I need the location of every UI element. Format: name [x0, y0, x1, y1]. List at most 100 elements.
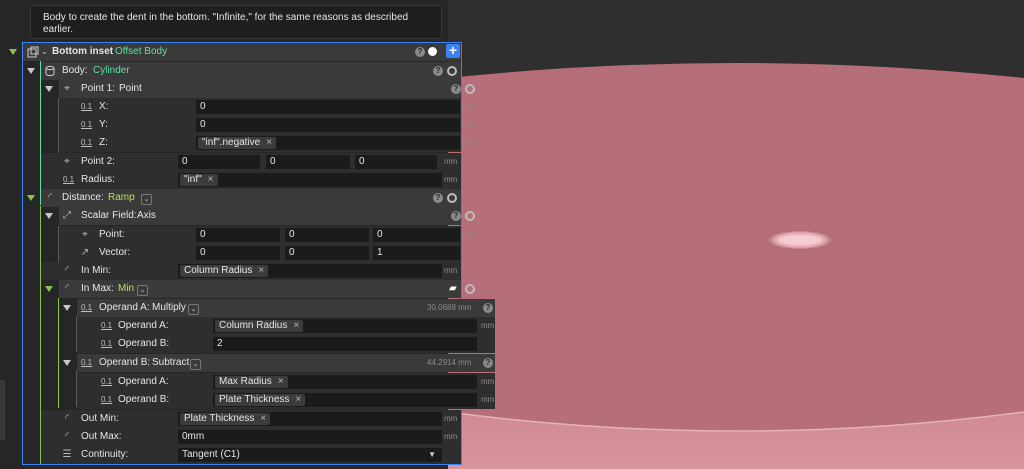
visibility-ring-icon[interactable] [447, 193, 457, 203]
point2-x-input[interactable]: 0 [178, 155, 260, 169]
operand-b-b-label: Operand B: [118, 394, 170, 405]
help-icon[interactable]: ? [483, 303, 493, 313]
tag-text: "inf".negative [202, 137, 261, 148]
expression-tag[interactable]: "inf" × [180, 174, 218, 186]
operand-a-type[interactable]: Multiply [152, 299, 186, 317]
tag-text: Plate Thickness [184, 413, 255, 424]
point2-y-input[interactable]: 0 [266, 155, 350, 169]
distance-row[interactable]: ◜ Distance: Ramp ⌄ ? [41, 189, 461, 207]
in-min-label: In Min: [81, 265, 112, 276]
out-max-row: ◜ Out Max: 0mm [41, 428, 461, 446]
operand-b-label: Operand B: [99, 357, 151, 368]
scalar-field-type[interactable]: Axis [137, 207, 156, 225]
in-max-row[interactable]: ◜ In Max: Min ⌄ ▰ [59, 280, 475, 298]
operand-b-a-input[interactable]: Max Radius × [213, 375, 477, 389]
variable-tag[interactable]: Column Radius × [180, 265, 269, 277]
scalar-field-row[interactable]: ⤢ Scalar Field: Axis ? [59, 207, 475, 225]
help-icon[interactable]: ? [433, 193, 443, 203]
tag-text: "inf" [184, 174, 202, 185]
operand-a-b-input[interactable]: 2 [213, 337, 477, 351]
root-node-type[interactable]: Offset Body [115, 43, 167, 61]
remove-icon[interactable]: × [266, 137, 272, 148]
radius-input[interactable]: "inf" × [178, 173, 442, 187]
collapse-triangle-icon[interactable] [63, 305, 71, 311]
body-type[interactable]: Cylinder [93, 62, 130, 80]
help-icon[interactable]: ? [451, 84, 461, 94]
collapse-triangle-icon[interactable] [27, 195, 35, 201]
collapse-triangle-icon[interactable] [45, 286, 53, 292]
dropdown-icon[interactable]: ⌄ [186, 354, 201, 372]
operand-a-b-label: Operand B: [118, 338, 170, 349]
visibility-ring-icon[interactable] [447, 66, 457, 76]
unit-label: mm [462, 102, 476, 111]
operand-b-row[interactable]: 0.1 Operand B: Subtract ⌄ 44.2914 mm ? [77, 354, 495, 372]
point-y-input[interactable]: 0 [285, 228, 369, 242]
out-min-input[interactable]: Plate Thickness × [178, 412, 442, 426]
variable-tag[interactable]: Plate Thickness × [215, 394, 306, 406]
body-row[interactable]: Body: Cylinder ? [41, 62, 461, 80]
remove-icon[interactable]: × [258, 265, 264, 276]
collapse-triangle-icon[interactable] [45, 86, 53, 92]
visibility-dot-icon[interactable] [428, 47, 437, 56]
operand-b-type[interactable]: Subtract [152, 354, 189, 372]
remove-icon[interactable]: × [208, 174, 214, 185]
y-input[interactable]: 0 [196, 118, 460, 132]
point1-row[interactable]: ⌖ Point 1: Point ? [59, 80, 475, 98]
variable-tag[interactable]: Plate Thickness × [180, 413, 271, 425]
help-icon[interactable]: ? [451, 211, 461, 221]
operand-a-row[interactable]: 0.1 Operand A: Multiply ⌄ 30.0688 mm ? [77, 299, 495, 317]
vector-z-input[interactable]: 1 [373, 246, 460, 260]
variable-tag[interactable]: Column Radius × [215, 320, 304, 332]
dropdown-icon[interactable]: ⌄ [137, 189, 152, 207]
3d-viewport[interactable] [448, 0, 1024, 469]
visibility-ring-icon[interactable] [465, 284, 475, 294]
radius-label: Radius: [81, 174, 115, 185]
collapse-triangle-icon[interactable] [45, 213, 53, 219]
expression-tag[interactable]: "inf".negative × [198, 137, 277, 149]
remove-icon[interactable]: × [278, 376, 284, 387]
numeric-icon: 0.1 [81, 303, 93, 312]
in-max-type[interactable]: Min [118, 280, 134, 298]
unit-label: mm [444, 414, 458, 423]
out-min-label: Out Min: [81, 413, 119, 424]
collapse-triangle-icon[interactable] [63, 360, 71, 366]
distance-type[interactable]: Ramp [108, 189, 135, 207]
visibility-ring-icon[interactable] [465, 211, 475, 221]
z-input[interactable]: "inf".negative × [196, 136, 460, 150]
point-z-input[interactable]: 0 [373, 228, 460, 242]
continuity-select[interactable]: Tangent (C1) ▼ [178, 448, 442, 462]
add-button[interactable]: + [446, 43, 460, 58]
chevron-down-icon[interactable]: ⌄ [41, 43, 48, 61]
help-icon[interactable]: ? [433, 66, 443, 76]
visibility-ring-icon[interactable] [465, 84, 475, 94]
help-icon[interactable]: ? [415, 47, 425, 57]
axis-icon: ⤢ [63, 210, 71, 221]
root-node-label[interactable]: Bottom inset [52, 43, 113, 61]
out-max-input[interactable]: 0mm [178, 430, 442, 444]
cylinder-icon [44, 65, 56, 77]
body-label: Body: [62, 65, 88, 76]
collapse-triangle-icon[interactable] [27, 68, 35, 74]
point-x-input[interactable]: 0 [196, 228, 280, 242]
operand-a-a-input[interactable]: Column Radius × [213, 319, 477, 333]
in-min-input[interactable]: Column Radius × [178, 264, 442, 278]
remove-icon[interactable]: × [293, 320, 299, 331]
vector-x-input[interactable]: 0 [196, 246, 280, 260]
out-min-row: ◜ Out Min: Plate Thickness × [41, 410, 461, 428]
collapse-triangle-icon[interactable] [9, 49, 17, 55]
remove-icon[interactable]: × [295, 394, 301, 405]
point-label: Point: [99, 229, 125, 240]
dropdown-icon[interactable]: ⌄ [133, 280, 148, 298]
dropdown-icon[interactable]: ⌄ [184, 299, 199, 317]
point1-type[interactable]: Point [119, 80, 142, 98]
comment-icon[interactable]: ▰ [449, 280, 457, 298]
operand-b-b-input[interactable]: Plate Thickness × [213, 393, 477, 407]
x-input[interactable]: 0 [196, 100, 460, 114]
remove-icon[interactable]: × [260, 413, 266, 424]
vector-y-input[interactable]: 0 [285, 246, 369, 260]
point-icon: ⌖ [82, 229, 88, 240]
root-node-row[interactable]: ⌄ Bottom inset Offset Body ? [23, 43, 461, 61]
point2-z-input[interactable]: 0 [355, 155, 437, 169]
help-icon[interactable]: ? [483, 358, 493, 368]
variable-tag[interactable]: Max Radius × [215, 376, 288, 388]
